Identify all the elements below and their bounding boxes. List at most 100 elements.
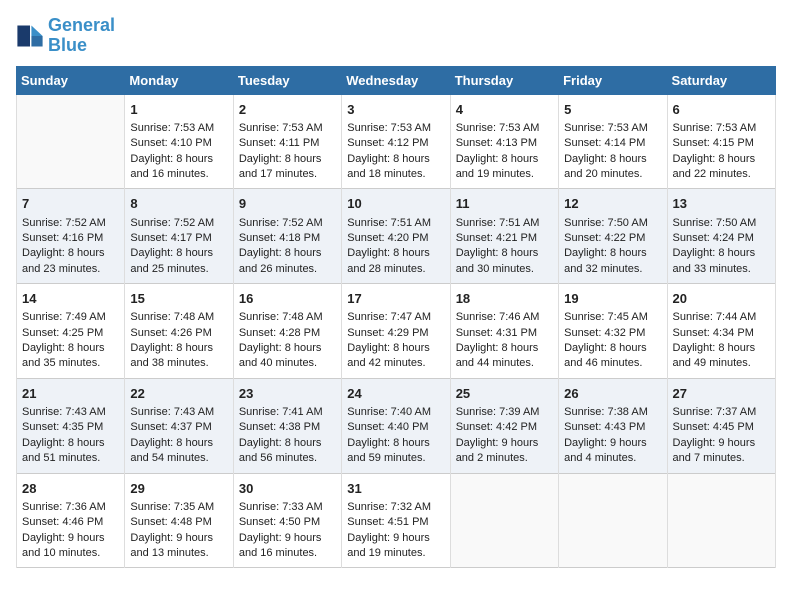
calendar-cell — [559, 473, 667, 568]
sunset-text: Sunset: 4:26 PM — [130, 327, 211, 339]
calendar-cell: 11Sunrise: 7:51 AMSunset: 4:21 PMDayligh… — [450, 189, 558, 284]
day-number: 5 — [564, 101, 661, 119]
day-number: 9 — [239, 195, 336, 213]
daylight-text: Daylight: 8 hours and 18 minutes. — [347, 153, 430, 180]
calendar-cell: 1Sunrise: 7:53 AMSunset: 4:10 PMDaylight… — [125, 94, 233, 189]
sunrise-text: Sunrise: 7:53 AM — [239, 122, 323, 134]
day-number: 12 — [564, 195, 661, 213]
daylight-text: Daylight: 8 hours and 40 minutes. — [239, 342, 322, 369]
sunset-text: Sunset: 4:14 PM — [564, 137, 645, 149]
week-row-3: 14Sunrise: 7:49 AMSunset: 4:25 PMDayligh… — [17, 284, 776, 379]
calendar-cell: 18Sunrise: 7:46 AMSunset: 4:31 PMDayligh… — [450, 284, 558, 379]
day-number: 23 — [239, 385, 336, 403]
sunrise-text: Sunrise: 7:35 AM — [130, 501, 214, 513]
calendar-cell: 5Sunrise: 7:53 AMSunset: 4:14 PMDaylight… — [559, 94, 667, 189]
sunset-text: Sunset: 4:13 PM — [456, 137, 537, 149]
sunrise-text: Sunrise: 7:40 AM — [347, 406, 431, 418]
sunrise-text: Sunrise: 7:47 AM — [347, 311, 431, 323]
calendar-cell: 31Sunrise: 7:32 AMSunset: 4:51 PMDayligh… — [342, 473, 450, 568]
sunrise-text: Sunrise: 7:50 AM — [673, 217, 757, 229]
sunrise-text: Sunrise: 7:45 AM — [564, 311, 648, 323]
calendar-cell: 4Sunrise: 7:53 AMSunset: 4:13 PMDaylight… — [450, 94, 558, 189]
daylight-text: Daylight: 8 hours and 23 minutes. — [22, 247, 105, 274]
sunset-text: Sunset: 4:46 PM — [22, 516, 103, 528]
sunrise-text: Sunrise: 7:41 AM — [239, 406, 323, 418]
week-row-4: 21Sunrise: 7:43 AMSunset: 4:35 PMDayligh… — [17, 378, 776, 473]
day-number: 29 — [130, 480, 227, 498]
calendar-cell: 22Sunrise: 7:43 AMSunset: 4:37 PMDayligh… — [125, 378, 233, 473]
day-number: 10 — [347, 195, 444, 213]
calendar-cell: 25Sunrise: 7:39 AMSunset: 4:42 PMDayligh… — [450, 378, 558, 473]
sunset-text: Sunset: 4:40 PM — [347, 421, 428, 433]
day-number: 21 — [22, 385, 119, 403]
sunrise-text: Sunrise: 7:33 AM — [239, 501, 323, 513]
sunrise-text: Sunrise: 7:44 AM — [673, 311, 757, 323]
sunrise-text: Sunrise: 7:32 AM — [347, 501, 431, 513]
sunrise-text: Sunrise: 7:50 AM — [564, 217, 648, 229]
day-header-tuesday: Tuesday — [233, 66, 341, 94]
calendar-cell: 9Sunrise: 7:52 AMSunset: 4:18 PMDaylight… — [233, 189, 341, 284]
logo: General Blue — [16, 16, 115, 56]
day-number: 30 — [239, 480, 336, 498]
daylight-text: Daylight: 8 hours and 44 minutes. — [456, 342, 539, 369]
calendar-cell: 30Sunrise: 7:33 AMSunset: 4:50 PMDayligh… — [233, 473, 341, 568]
page-header: General Blue — [16, 16, 776, 56]
sunset-text: Sunset: 4:35 PM — [22, 421, 103, 433]
sunset-text: Sunset: 4:20 PM — [347, 232, 428, 244]
calendar-cell: 29Sunrise: 7:35 AMSunset: 4:48 PMDayligh… — [125, 473, 233, 568]
sunrise-text: Sunrise: 7:53 AM — [564, 122, 648, 134]
day-header-thursday: Thursday — [450, 66, 558, 94]
calendar-cell: 20Sunrise: 7:44 AMSunset: 4:34 PMDayligh… — [667, 284, 775, 379]
day-number: 24 — [347, 385, 444, 403]
daylight-text: Daylight: 8 hours and 33 minutes. — [673, 247, 756, 274]
day-header-saturday: Saturday — [667, 66, 775, 94]
sunset-text: Sunset: 4:42 PM — [456, 421, 537, 433]
sunset-text: Sunset: 4:51 PM — [347, 516, 428, 528]
day-number: 19 — [564, 290, 661, 308]
logo-icon — [16, 22, 44, 50]
daylight-text: Daylight: 9 hours and 19 minutes. — [347, 532, 430, 559]
day-header-wednesday: Wednesday — [342, 66, 450, 94]
day-header-row: SundayMondayTuesdayWednesdayThursdayFrid… — [17, 66, 776, 94]
sunrise-text: Sunrise: 7:38 AM — [564, 406, 648, 418]
day-number: 22 — [130, 385, 227, 403]
calendar-cell: 26Sunrise: 7:38 AMSunset: 4:43 PMDayligh… — [559, 378, 667, 473]
calendar-cell: 3Sunrise: 7:53 AMSunset: 4:12 PMDaylight… — [342, 94, 450, 189]
sunset-text: Sunset: 4:12 PM — [347, 137, 428, 149]
week-row-5: 28Sunrise: 7:36 AMSunset: 4:46 PMDayligh… — [17, 473, 776, 568]
sunrise-text: Sunrise: 7:43 AM — [130, 406, 214, 418]
daylight-text: Daylight: 8 hours and 35 minutes. — [22, 342, 105, 369]
sunrise-text: Sunrise: 7:43 AM — [22, 406, 106, 418]
sunset-text: Sunset: 4:43 PM — [564, 421, 645, 433]
calendar-cell: 12Sunrise: 7:50 AMSunset: 4:22 PMDayligh… — [559, 189, 667, 284]
sunset-text: Sunset: 4:50 PM — [239, 516, 320, 528]
sunrise-text: Sunrise: 7:37 AM — [673, 406, 757, 418]
calendar-cell: 14Sunrise: 7:49 AMSunset: 4:25 PMDayligh… — [17, 284, 125, 379]
calendar-cell: 17Sunrise: 7:47 AMSunset: 4:29 PMDayligh… — [342, 284, 450, 379]
sunrise-text: Sunrise: 7:39 AM — [456, 406, 540, 418]
daylight-text: Daylight: 8 hours and 17 minutes. — [239, 153, 322, 180]
day-number: 26 — [564, 385, 661, 403]
sunset-text: Sunset: 4:48 PM — [130, 516, 211, 528]
day-number: 7 — [22, 195, 119, 213]
day-number: 17 — [347, 290, 444, 308]
calendar-cell — [667, 473, 775, 568]
calendar-cell: 28Sunrise: 7:36 AMSunset: 4:46 PMDayligh… — [17, 473, 125, 568]
calendar-cell: 19Sunrise: 7:45 AMSunset: 4:32 PMDayligh… — [559, 284, 667, 379]
daylight-text: Daylight: 8 hours and 38 minutes. — [130, 342, 213, 369]
sunrise-text: Sunrise: 7:53 AM — [673, 122, 757, 134]
sunrise-text: Sunrise: 7:51 AM — [347, 217, 431, 229]
logo-text: General Blue — [48, 16, 115, 56]
day-number: 4 — [456, 101, 553, 119]
daylight-text: Daylight: 8 hours and 46 minutes. — [564, 342, 647, 369]
sunrise-text: Sunrise: 7:52 AM — [22, 217, 106, 229]
calendar-cell — [17, 94, 125, 189]
sunset-text: Sunset: 4:15 PM — [673, 137, 754, 149]
calendar-cell: 13Sunrise: 7:50 AMSunset: 4:24 PMDayligh… — [667, 189, 775, 284]
daylight-text: Daylight: 8 hours and 16 minutes. — [130, 153, 213, 180]
calendar-cell: 15Sunrise: 7:48 AMSunset: 4:26 PMDayligh… — [125, 284, 233, 379]
calendar-cell: 6Sunrise: 7:53 AMSunset: 4:15 PMDaylight… — [667, 94, 775, 189]
daylight-text: Daylight: 8 hours and 22 minutes. — [673, 153, 756, 180]
day-number: 28 — [22, 480, 119, 498]
sunset-text: Sunset: 4:22 PM — [564, 232, 645, 244]
